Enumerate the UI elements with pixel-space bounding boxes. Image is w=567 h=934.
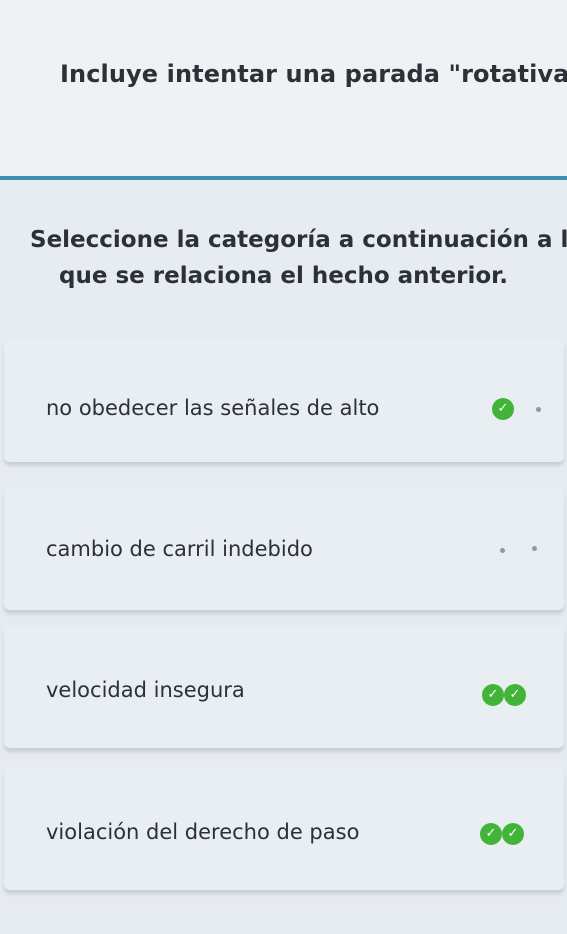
option-label: cambio de carril indebido — [46, 537, 313, 561]
check-circle-icon: ✓ — [504, 684, 526, 706]
question-line-2: que se relaciona el hecho anterior. — [59, 263, 508, 289]
option-no-obedecer[interactable]: no obedecer las señales de alto ✓ — [4, 340, 564, 462]
question-line-1: Seleccione la categoría a continuación a… — [30, 227, 567, 253]
dot-icon — [532, 546, 537, 551]
check-circle-icon: ✓ — [480, 823, 502, 845]
option-label: no obedecer las señales de alto — [46, 396, 380, 420]
option-label: velocidad insegura — [46, 678, 245, 702]
check-circle-icon: ✓ — [492, 398, 514, 420]
dot-icon — [500, 548, 505, 553]
fact-panel: Incluye intentar una parada "rotativa" — [0, 0, 567, 180]
fact-text: Incluye intentar una parada "rotativa" — [60, 60, 567, 88]
dot-icon — [536, 407, 541, 412]
option-label: violación del derecho de paso — [46, 820, 360, 844]
check-circle-icon: ✓ — [482, 684, 504, 706]
question-text: Seleccione la categoría a continuación a… — [0, 222, 567, 294]
option-violacion[interactable]: violación del derecho de paso ✓ ✓ — [4, 768, 564, 890]
option-cambio-carril[interactable]: cambio de carril indebido — [4, 488, 564, 610]
check-circle-icon: ✓ — [502, 823, 524, 845]
option-velocidad[interactable]: velocidad insegura ✓ ✓ — [4, 626, 564, 748]
